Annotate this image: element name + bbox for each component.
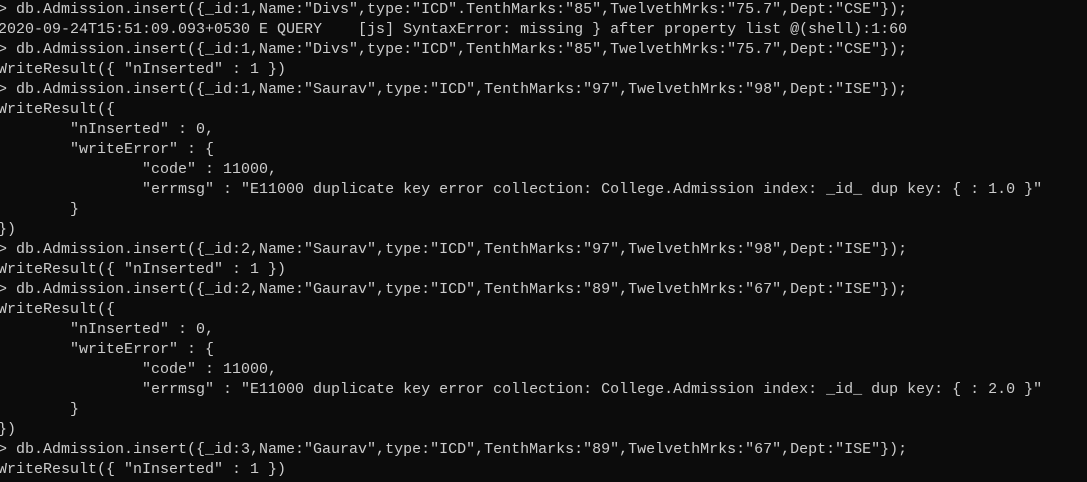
terminal-line: "code" : 11000, <box>0 361 278 378</box>
terminal-line: "code" : 11000, <box>0 161 278 178</box>
terminal-line: "nInserted" : 0, <box>0 121 215 138</box>
terminal-line: WriteResult({ <box>0 301 116 318</box>
terminal-line: > db.Admission.insert({_id:2,Name:"Saura… <box>0 241 908 258</box>
terminal-line: "errmsg" : "E11000 duplicate key error c… <box>0 181 1043 198</box>
terminal-line: } <box>0 401 80 418</box>
terminal-line: WriteResult({ <box>0 101 116 118</box>
terminal-line: > db.Admission.insert({_id:2,Name:"Gaura… <box>0 281 908 298</box>
terminal-line: } <box>0 201 80 218</box>
terminal-line: > db.Admission.insert({_id:1,Name:"Saura… <box>0 81 908 98</box>
terminal-line: "writeError" : { <box>0 341 215 358</box>
terminal-line: }) <box>0 221 17 238</box>
terminal-line: 2020-09-24T15:51:09.093+0530 E QUERY [js… <box>0 21 908 38</box>
terminal-line: > db.Admission.insert({_id:1,Name:"Divs"… <box>0 1 908 18</box>
terminal-output: > db.Admission.insert({_id:1,Name:"Divs"… <box>0 0 1087 480</box>
terminal-line: WriteResult({ "nInserted" : 1 }) <box>0 61 287 78</box>
terminal-line: }) <box>0 421 17 438</box>
terminal-line: > db.Admission.insert({_id:1,Name:"Divs"… <box>0 41 908 58</box>
terminal-window[interactable]: > db.Admission.insert({_id:1,Name:"Divs"… <box>0 0 1087 482</box>
terminal-line: "errmsg" : "E11000 duplicate key error c… <box>0 381 1043 398</box>
terminal-line: "writeError" : { <box>0 141 215 158</box>
terminal-line: > db.Admission.insert({_id:3,Name:"Gaura… <box>0 441 908 458</box>
terminal-line: WriteResult({ "nInserted" : 1 }) <box>0 461 287 478</box>
terminal-line: WriteResult({ "nInserted" : 1 }) <box>0 261 287 278</box>
terminal-line: "nInserted" : 0, <box>0 321 215 338</box>
